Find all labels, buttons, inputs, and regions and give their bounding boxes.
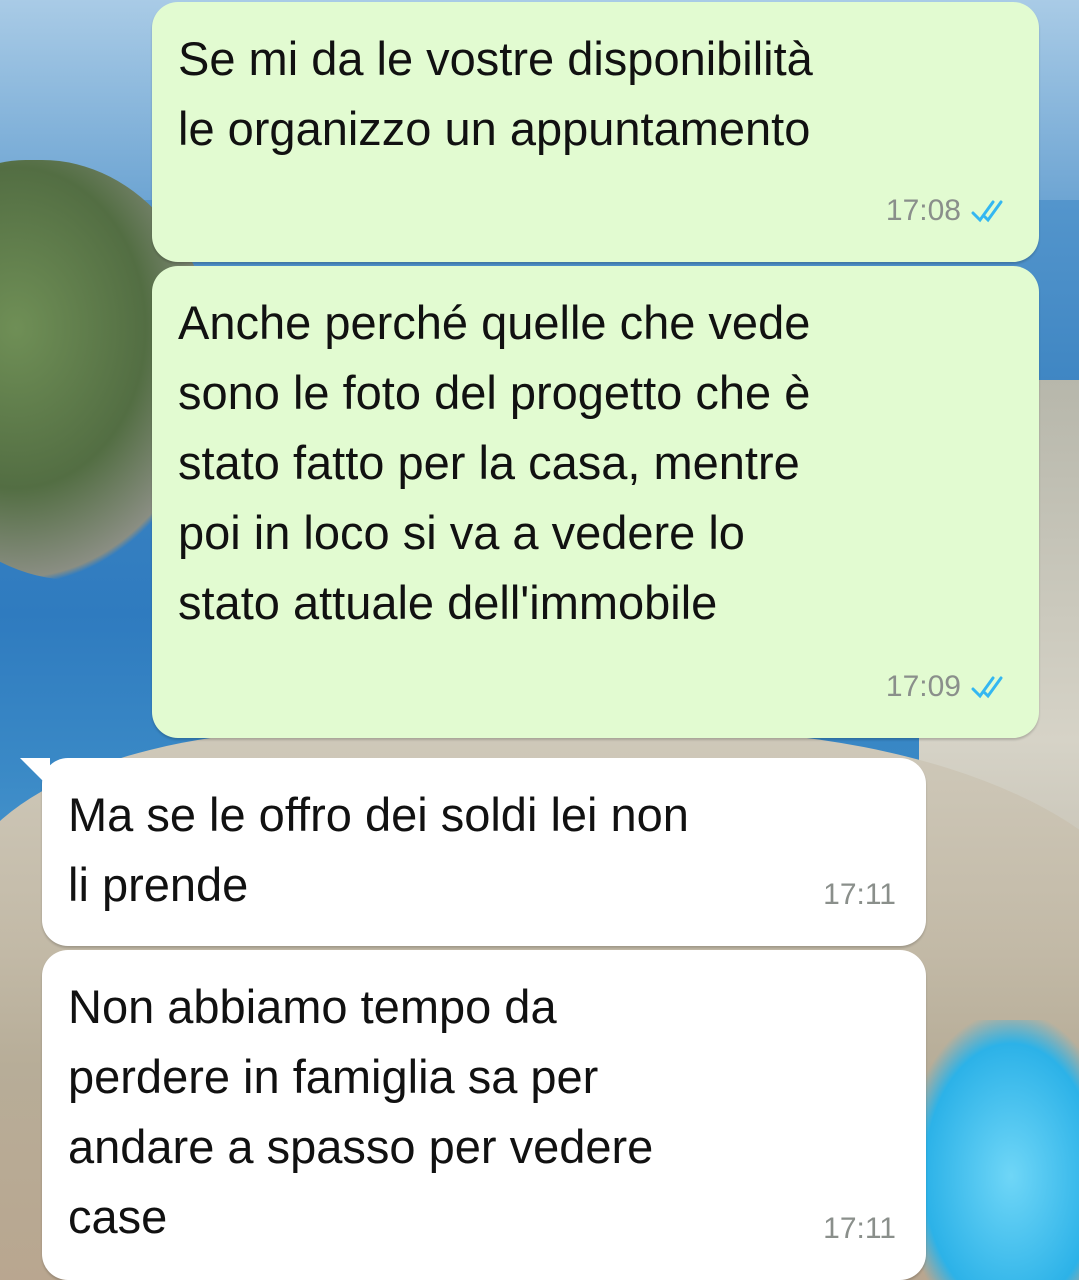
message-time: 17:11 [823, 878, 896, 911]
message-time: 17:08 [885, 194, 961, 227]
message-bubble-outgoing[interactable]: Anche perché quelle che vede sono le fot… [152, 266, 1039, 738]
message-meta: 17:08 [886, 176, 1015, 246]
message-text: Se mi da le vostre disponibilità le orga… [178, 32, 813, 155]
bubble-tail [20, 758, 50, 788]
message-text: Anche perché quelle che vede sono le fot… [178, 296, 811, 629]
message-time: 17:11 [823, 1212, 896, 1245]
message-meta: 17:11 [823, 860, 896, 930]
message-time: 17:09 [885, 670, 961, 703]
message-bubble-incoming[interactable]: Ma se le offro dei soldi lei non li pren… [20, 758, 926, 946]
message-bubble-incoming[interactable]: Non abbiamo tempo da perdere in famiglia… [42, 950, 926, 1280]
message-meta: 17:09 [886, 652, 1015, 722]
double-check-read-icon [971, 676, 1003, 699]
message-text: Ma se le offro dei soldi lei non li pren… [68, 788, 689, 911]
double-check-read-icon [971, 200, 1003, 223]
message-bubble-outgoing[interactable]: Se mi da le vostre disponibilità le orga… [152, 2, 1039, 262]
message-meta: 17:11 [823, 1194, 896, 1264]
message-text: Non abbiamo tempo da perdere in famiglia… [68, 980, 654, 1243]
wallpaper-sea-cove [909, 1020, 1079, 1280]
